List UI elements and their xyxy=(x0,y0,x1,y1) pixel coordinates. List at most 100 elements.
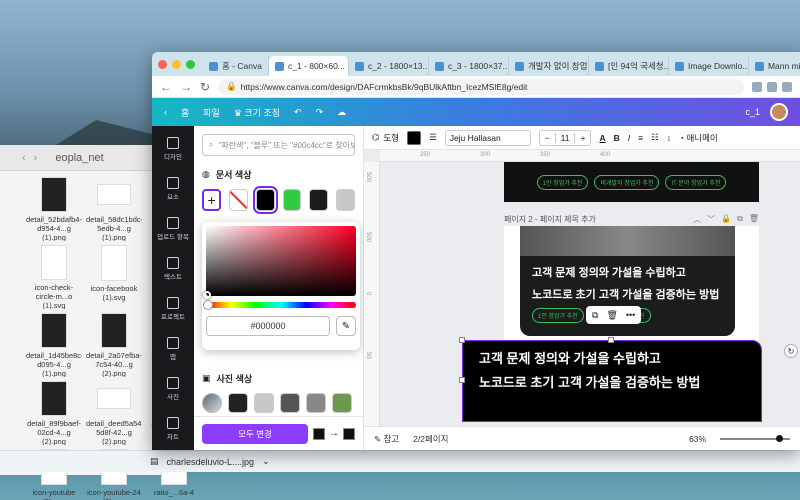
file-item[interactable]: detail_58dc1bdc-5edb-4...g (1).png xyxy=(86,177,142,241)
browser-tab[interactable]: [인 94억 국세청... xyxy=(589,56,669,76)
back-arrow-icon[interactable]: ← xyxy=(160,80,172,94)
browser-tab[interactable]: c_2 - 1800×13... xyxy=(349,56,429,76)
eyedropper-icon[interactable]: ✎ xyxy=(336,316,356,336)
file-item[interactable]: detail_52bdafb4-d954-4...g (1).png xyxy=(26,177,82,241)
document-color-swatch[interactable] xyxy=(309,189,329,211)
saturation-knob[interactable] xyxy=(203,291,211,299)
decrease-size-button[interactable]: − xyxy=(540,133,555,143)
chevron-down-icon[interactable]: ⌄ xyxy=(262,456,270,467)
file-item[interactable]: detail_89f9baef-02cd-4...g (2).png xyxy=(26,381,82,445)
browser-tab[interactable]: Image Downlo... xyxy=(669,56,749,76)
increase-size-button[interactable]: + xyxy=(575,133,590,143)
trash-icon[interactable]: 🗑 xyxy=(606,310,617,321)
document-name[interactable]: c_1 xyxy=(745,107,760,117)
fill-color-swatch[interactable] xyxy=(407,130,422,145)
close-window-button[interactable] xyxy=(158,59,167,69)
shape-style-button[interactable]: ⌬ 도형 xyxy=(372,132,399,144)
list-icon[interactable]: ☷ xyxy=(651,132,659,143)
file-item[interactable]: detail_1d45be8c-d095-4...g (1).png xyxy=(26,313,82,377)
rail-item-3[interactable]: 텍스트 xyxy=(164,252,182,286)
delete-icon[interactable]: 🗑 xyxy=(749,214,759,225)
rail-item-5[interactable]: 앱 xyxy=(167,332,179,366)
font-select[interactable]: Jeju Hallasan xyxy=(444,129,531,146)
hex-input[interactable]: #000000 xyxy=(206,316,330,336)
chevron-down-icon[interactable]: ﹀ xyxy=(707,214,715,225)
document-color-swatch[interactable] xyxy=(336,189,356,211)
rail-item-2[interactable]: 업로드 항목 xyxy=(157,212,189,246)
file-item[interactable]: icon-facebook (1).svg xyxy=(86,245,142,309)
browser-tab[interactable]: c_1 - 800×60... xyxy=(268,56,349,76)
photo-color-swatch[interactable] xyxy=(306,393,326,413)
hue-slider[interactable] xyxy=(203,300,356,310)
file-item[interactable]: icon-check-circle-m...o (1).svg xyxy=(26,245,82,309)
change-all-button[interactable]: 모두 변경 xyxy=(202,423,308,444)
photo-color-swatch[interactable] xyxy=(254,393,274,413)
resize-handle[interactable] xyxy=(459,337,465,343)
page-1-strip[interactable]: 1인 창업가 추천 비개발자 창업가 추천 IT 분야 창업가 추천 xyxy=(504,162,759,202)
cloud-save-icon[interactable]: ☁ xyxy=(337,107,346,118)
copy-icon[interactable]: ⧉ xyxy=(592,310,598,321)
file-item[interactable]: detail_deed5a54-5d8f-42...g (2).png xyxy=(86,381,142,445)
add-color-button[interactable]: + xyxy=(202,189,222,211)
back-chevron-icon[interactable]: ‹ xyxy=(164,107,167,117)
download-item[interactable]: charlesdeluvio-L....jpg xyxy=(167,457,255,467)
selected-line-2[interactable]: 노코드로 초기 고객 가설을 검증하는 방법 xyxy=(479,371,745,395)
redo-icon[interactable]: ↷ xyxy=(316,107,324,118)
file-menu[interactable]: 파일 xyxy=(203,106,220,119)
url-field[interactable]: 🔒 https://www.canva.com/design/DAFcrmkbs… xyxy=(218,78,744,95)
minimize-window-button[interactable] xyxy=(172,59,181,69)
document-color-swatch[interactable] xyxy=(252,186,278,214)
zoom-slider[interactable] xyxy=(720,434,790,442)
back-icon[interactable]: ‹ xyxy=(22,152,26,164)
rail-item-0[interactable]: 디자인 xyxy=(164,132,182,166)
forward-arrow-icon[interactable]: → xyxy=(180,80,192,94)
zoom-knob[interactable] xyxy=(776,434,783,442)
saturation-value-area[interactable] xyxy=(203,226,356,299)
forward-icon[interactable]: › xyxy=(34,152,38,164)
browser-tab[interactable]: Mann mit... xyxy=(749,56,800,76)
hue-knob[interactable] xyxy=(203,300,213,310)
duplicate-icon[interactable]: ⧉ xyxy=(737,214,743,225)
border-style-icon[interactable]: ☰ xyxy=(429,132,437,143)
bold-icon[interactable]: B xyxy=(614,133,620,143)
chevron-up-icon[interactable]: ︿ xyxy=(693,214,701,225)
align-icon[interactable]: ≡ xyxy=(638,133,643,143)
photo-color-swatch[interactable] xyxy=(228,393,248,413)
page-2-title[interactable]: 페이지 2 - 페이지 제목 추가 xyxy=(504,214,596,225)
selected-text-block[interactable]: 고객 문제 정의와 가설을 수립하고 노코드로 초기 고객 가설을 검증하는 방… xyxy=(459,337,762,422)
color-search-input[interactable]: ⌕ "파란색", "블루" 또는 "#00c4cc"로 찾아보세 xyxy=(202,134,355,156)
rail-item-1[interactable]: 요소 xyxy=(167,172,179,206)
selected-line-1[interactable]: 고객 문제 정의와 가설을 수립하고 xyxy=(479,347,745,371)
maximize-window-button[interactable] xyxy=(186,59,195,69)
spacing-icon[interactable]: ↕ xyxy=(667,133,671,143)
rail-item-6[interactable]: 사진 xyxy=(167,372,179,406)
document-color-swatch[interactable] xyxy=(282,189,302,211)
browser-tab[interactable]: 개발자 없이 창업... xyxy=(509,56,589,76)
font-size-value[interactable]: 11 xyxy=(554,132,576,143)
rotate-icon[interactable]: ↻ xyxy=(784,344,798,358)
browser-tab[interactable]: 홈 - Canva xyxy=(203,56,269,76)
undo-icon[interactable]: ↶ xyxy=(294,107,302,118)
home-link[interactable]: 홈 xyxy=(181,106,189,119)
browser-tab[interactable]: c_3 - 1800×37... xyxy=(429,56,509,76)
italic-icon[interactable]: I xyxy=(628,133,630,143)
photo-color-swatch[interactable] xyxy=(332,393,352,413)
no-color-swatch[interactable] xyxy=(229,189,248,211)
avatar[interactable] xyxy=(770,103,788,121)
zoom-value[interactable]: 63% xyxy=(689,434,706,444)
file-item[interactable]: detail_2a07efba-7c54-40...g (2).png xyxy=(86,313,142,377)
more-icon[interactable]: ••• xyxy=(626,310,635,320)
resize-button[interactable]: ♛ 크기 조정 xyxy=(234,106,280,119)
resize-handle[interactable] xyxy=(459,377,465,383)
resize-handle[interactable] xyxy=(608,337,614,343)
text-color-icon[interactable]: A xyxy=(599,133,605,143)
notes-button[interactable]: ✎ 참고 xyxy=(374,433,399,445)
rail-item-4[interactable]: 프로젝트 xyxy=(161,292,185,326)
reload-icon[interactable]: ↻ xyxy=(200,80,210,94)
page-counter[interactable]: 2/2페이지 xyxy=(413,433,448,445)
extension-icon[interactable] xyxy=(752,81,762,92)
lock-icon[interactable]: 🔒 xyxy=(721,214,731,225)
extension-icon[interactable] xyxy=(767,81,777,92)
animate-button[interactable]: ◔ 애니메이 xyxy=(679,132,718,144)
photo-color-swatch[interactable] xyxy=(280,393,300,413)
